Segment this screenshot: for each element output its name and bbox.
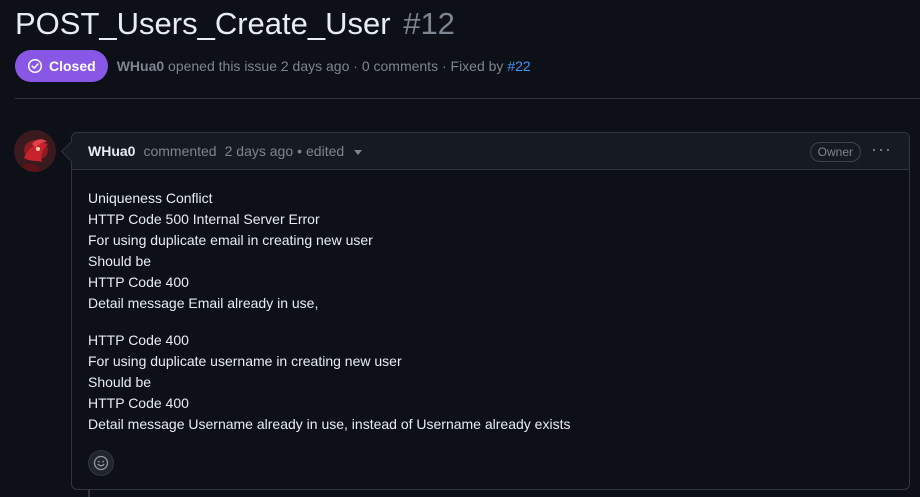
issue-meta: Closed WHua0 opened this issue 2 days ag… xyxy=(15,50,531,82)
comment-line: HTTP Code 400 xyxy=(88,274,189,290)
issue-meta-text: WHua0 opened this issue 2 days ago · 0 c… xyxy=(117,58,531,74)
state-label: Closed xyxy=(49,58,96,74)
comment-line: Should be xyxy=(88,374,152,390)
edited-label: edited xyxy=(306,143,345,159)
add-reaction-button[interactable] xyxy=(88,450,114,476)
kebab-horizontal-icon[interactable]: ··· xyxy=(871,140,891,160)
comment-line: For using duplicate username in creating… xyxy=(88,353,402,369)
issue-title: POST_Users_Create_User #12 xyxy=(15,2,455,46)
issue-page: POST_Users_Create_User #12 Closed WHua0 … xyxy=(0,0,920,497)
comment-header: WHua0 commented 2 days ago • edited Owne… xyxy=(72,133,909,170)
owner-badge: Owner xyxy=(809,142,861,162)
state-badge: Closed xyxy=(15,50,108,82)
check-circle-icon xyxy=(27,58,43,74)
fixed-by-link[interactable]: #22 xyxy=(507,58,530,74)
comment-line: For using duplicate email in creating ne… xyxy=(88,232,373,248)
comment-line: HTTP Code 500 Internal Server Error xyxy=(88,211,320,227)
comment-line: Detail message Email already in use, xyxy=(88,295,319,311)
avatar[interactable] xyxy=(14,130,56,172)
comment-line: Should be xyxy=(88,253,152,269)
avatar-image xyxy=(14,130,56,172)
issue-number: #12 xyxy=(403,6,455,41)
comment-time-link[interactable]: 2 days ago xyxy=(225,143,294,159)
comment-author-link[interactable]: WHua0 xyxy=(88,143,135,159)
issue-opened-text: opened this issue 2 days ago · 0 comment… xyxy=(168,58,504,74)
comment-line: Uniqueness Conflict xyxy=(88,190,213,206)
issue-author-link[interactable]: WHua0 xyxy=(117,58,164,74)
comment-paragraph: HTTP Code 400 For using duplicate userna… xyxy=(88,330,893,435)
comment-action: commented xyxy=(143,143,217,159)
issue-title-text: POST_Users_Create_User xyxy=(15,6,391,41)
timeline-line xyxy=(88,490,90,497)
header-divider xyxy=(15,98,920,99)
comment-line: HTTP Code 400 xyxy=(88,332,189,348)
comment-body: Uniqueness Conflict HTTP Code 500 Intern… xyxy=(72,170,909,435)
smiley-icon xyxy=(93,455,109,471)
comment-line: Detail message Username already in use, … xyxy=(88,416,571,432)
triangle-down-icon xyxy=(354,149,363,155)
comment-line: HTTP Code 400 xyxy=(88,395,189,411)
edited-dropdown[interactable]: edited xyxy=(306,143,363,159)
comment-box: WHua0 commented 2 days ago • edited Owne… xyxy=(60,132,910,490)
comment-paragraph: Uniqueness Conflict HTTP Code 500 Intern… xyxy=(88,188,893,314)
